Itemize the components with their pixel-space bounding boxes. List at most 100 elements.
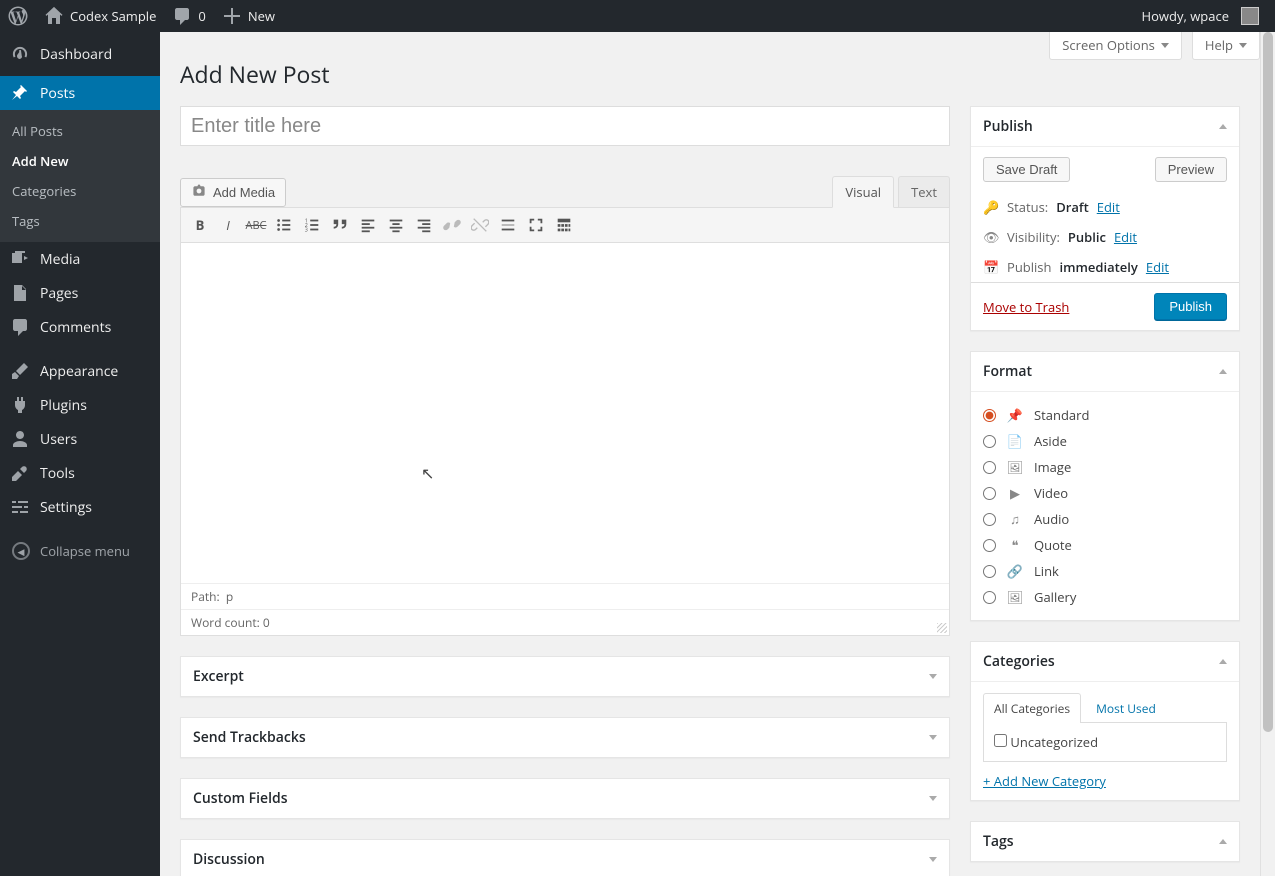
publish-button[interactable]: Publish (1154, 293, 1227, 320)
format-standard[interactable]: 📌Standard (983, 402, 1227, 428)
edit-visibility-link[interactable]: Edit (1114, 228, 1137, 246)
scrollbar[interactable] (1260, 32, 1275, 876)
pin-icon (10, 83, 30, 103)
custom-fields-toggle[interactable]: Custom Fields (181, 779, 949, 818)
menu-appearance[interactable]: Appearance (0, 354, 160, 388)
move-to-trash-link[interactable]: Move to Trash (983, 298, 1069, 316)
document-icon: 📄 (1006, 432, 1024, 450)
menu-settings[interactable]: Settings (0, 490, 160, 524)
menu-tools[interactable]: Tools (0, 456, 160, 490)
sliders-icon (10, 497, 30, 517)
edit-status-link[interactable]: Edit (1097, 198, 1120, 216)
edit-schedule-link[interactable]: Edit (1146, 258, 1169, 276)
tab-visual[interactable]: Visual (832, 176, 894, 208)
discussion-box: Discussion (180, 839, 950, 876)
format-link[interactable]: 🔗Link (983, 558, 1227, 584)
link-button[interactable] (439, 212, 465, 238)
publish-visibility-row: 👁Visibility: Public Edit (971, 222, 1239, 252)
menu-pages[interactable]: Pages (0, 276, 160, 310)
pin-icon: 📌 (1006, 406, 1024, 424)
insert-more-button[interactable] (495, 212, 521, 238)
save-draft-button[interactable]: Save Draft (983, 157, 1070, 182)
format-gallery[interactable]: 🖼Gallery (983, 584, 1227, 610)
avatar (1241, 7, 1259, 25)
discussion-toggle[interactable]: Discussion (181, 840, 949, 876)
wrench-icon (10, 463, 30, 483)
category-uncategorized[interactable]: Uncategorized (994, 733, 1098, 751)
menu-comments[interactable]: Comments (0, 310, 160, 344)
admin-bar: Codex Sample 0 New Howdy, wpace (0, 0, 1275, 32)
help-button[interactable]: Help (1192, 32, 1260, 60)
tab-text[interactable]: Text (898, 176, 950, 207)
align-center-button[interactable] (383, 212, 409, 238)
cat-tab-most-used[interactable]: Most Used (1085, 693, 1167, 723)
bullet-list-button[interactable] (271, 212, 297, 238)
submenu-tags[interactable]: Tags (0, 206, 160, 236)
tags-box: Tags (970, 821, 1240, 862)
align-right-button[interactable] (411, 212, 437, 238)
menu-posts[interactable]: Posts (0, 76, 160, 110)
post-title-input[interactable] (180, 106, 950, 146)
format-aside[interactable]: 📄Aside (983, 428, 1227, 454)
submenu-categories[interactable]: Categories (0, 176, 160, 206)
home-icon (44, 6, 64, 26)
bold-button[interactable]: B (187, 212, 213, 238)
preview-button[interactable]: Preview (1155, 157, 1227, 182)
editor-content[interactable] (181, 243, 949, 583)
excerpt-toggle[interactable]: Excerpt (181, 657, 949, 696)
svg-text:3: 3 (305, 225, 308, 233)
new-content-link[interactable]: New (214, 0, 283, 32)
comment-icon (172, 6, 192, 26)
categories-header[interactable]: Categories (971, 642, 1239, 681)
my-account[interactable]: Howdy, wpace (1134, 0, 1267, 32)
menu-users[interactable]: Users (0, 422, 160, 456)
blockquote-button[interactable] (327, 212, 353, 238)
collapse-menu[interactable]: ◀Collapse menu (0, 532, 160, 570)
scrollbar-thumb[interactable] (1263, 32, 1273, 732)
chevron-down-icon (1239, 43, 1247, 48)
format-header[interactable]: Format (971, 352, 1239, 391)
content-wrap: Add New Post Add Media Visual Text B I A… (160, 32, 1260, 876)
tags-header[interactable]: Tags (971, 822, 1239, 861)
camera-icon (191, 183, 207, 202)
strikethrough-button[interactable]: ABC (243, 212, 269, 238)
format-box: Format 📌Standard 📄Aside 🖼Image ▶Video ♫A… (970, 351, 1240, 621)
greeting: Howdy, wpace (1142, 7, 1229, 25)
chevron-up-icon (1219, 839, 1227, 844)
align-left-button[interactable] (355, 212, 381, 238)
page-icon (10, 283, 30, 303)
menu-media[interactable]: Media (0, 242, 160, 276)
submenu-add-new[interactable]: Add New (0, 146, 160, 176)
site-name-link[interactable]: Codex Sample (36, 0, 164, 32)
custom-fields-box: Custom Fields (180, 778, 950, 819)
admin-menu: Dashboard Posts All Posts Add New Catego… (0, 32, 160, 876)
add-media-button[interactable]: Add Media (180, 178, 286, 207)
format-video[interactable]: ▶Video (983, 480, 1227, 506)
screen-options-button[interactable]: Screen Options (1049, 32, 1182, 60)
excerpt-box: Excerpt (180, 656, 950, 697)
wp-logo[interactable] (0, 0, 36, 32)
unlink-button[interactable] (467, 212, 493, 238)
image-icon: 🖼 (1006, 458, 1024, 476)
plug-icon (10, 395, 30, 415)
trackbacks-toggle[interactable]: Send Trackbacks (181, 718, 949, 757)
publish-header[interactable]: Publish (971, 107, 1239, 146)
media-icon (10, 249, 30, 269)
format-audio[interactable]: ♫Audio (983, 506, 1227, 532)
toolbar-toggle-button[interactable] (551, 212, 577, 238)
chevron-down-icon (929, 735, 937, 740)
format-image[interactable]: 🖼Image (983, 454, 1227, 480)
menu-plugins[interactable]: Plugins (0, 388, 160, 422)
format-quote[interactable]: ❝Quote (983, 532, 1227, 558)
italic-button[interactable]: I (215, 212, 241, 238)
fullscreen-button[interactable] (523, 212, 549, 238)
chevron-up-icon (1219, 369, 1227, 374)
add-new-category-link[interactable]: + Add New Category (983, 772, 1106, 790)
collapse-icon: ◀ (12, 542, 30, 560)
menu-dashboard[interactable]: Dashboard (0, 32, 160, 76)
submenu-all-posts[interactable]: All Posts (0, 116, 160, 146)
chevron-down-icon (929, 857, 937, 862)
cat-tab-all[interactable]: All Categories (983, 693, 1081, 723)
numbered-list-button[interactable]: 123 (299, 212, 325, 238)
comments-link[interactable]: 0 (164, 0, 213, 32)
